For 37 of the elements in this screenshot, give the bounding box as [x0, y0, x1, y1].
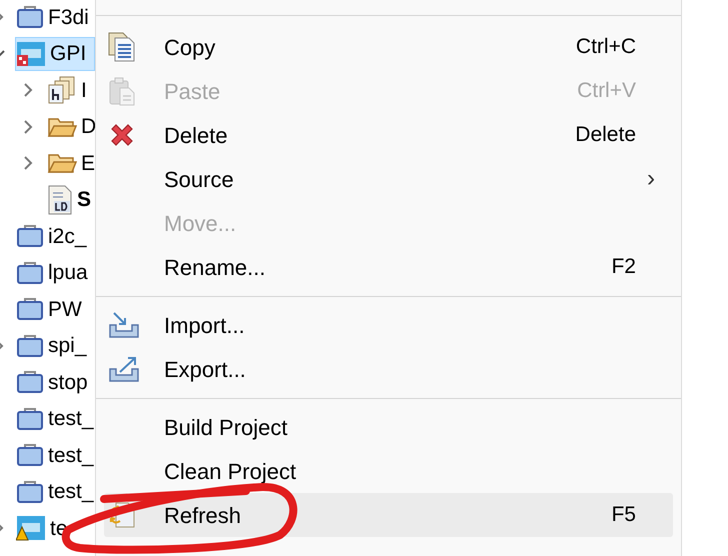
tree-item-label[interactable]: E — [81, 152, 95, 174]
export-tray-icon — [108, 355, 140, 383]
project-folder-icon — [16, 406, 44, 431]
tree-item-label[interactable]: PW — [48, 298, 82, 320]
project-folder-icon — [16, 334, 44, 358]
tree-item-label[interactable]: test_ — [48, 481, 94, 502]
header-files-icon — [47, 76, 77, 104]
project-folder-icon — [16, 224, 44, 248]
tree-item-label[interactable]: I — [81, 80, 87, 101]
ide-warning-icon — [16, 515, 46, 542]
tree-item-label[interactable]: i2c_ — [48, 226, 87, 247]
copy-icon — [108, 32, 136, 62]
project-folder-icon — [16, 370, 44, 394]
ide-icon — [16, 40, 46, 67]
tree-item-label[interactable]: D — [81, 116, 95, 138]
project-folder-icon — [16, 480, 44, 504]
import-tray-icon — [108, 311, 140, 339]
tree-item-label[interactable]: spi_ — [48, 335, 87, 356]
tree-item-label[interactable]: stop — [48, 372, 88, 393]
tree-item-label[interactable]: test_ — [48, 408, 94, 430]
project-folder-icon — [16, 297, 44, 322]
tree-item-label[interactable]: GPI — [50, 43, 86, 64]
menu-item[interactable]: Refresh F5 — [104, 493, 673, 537]
project-folder-icon — [16, 5, 44, 30]
expand-chevron-icon[interactable] — [22, 156, 34, 170]
paste-icon — [108, 76, 136, 106]
expand-chevron-icon[interactable] — [22, 83, 34, 98]
tree-item-label[interactable]: lpua — [48, 262, 88, 284]
project-folder-icon — [16, 260, 44, 285]
tree-item-label[interactable]: S — [77, 189, 92, 210]
project-folder-icon — [16, 443, 44, 468]
selected-tree-item[interactable]: GPI — [15, 36, 95, 71]
linker-file-icon — [47, 184, 73, 215]
tree-item-label[interactable]: test_ — [48, 444, 94, 466]
tree-item-label[interactable]: F3di — [48, 6, 89, 28]
expand-chevron-icon[interactable] — [22, 120, 34, 134]
refresh-icon — [108, 501, 136, 529]
